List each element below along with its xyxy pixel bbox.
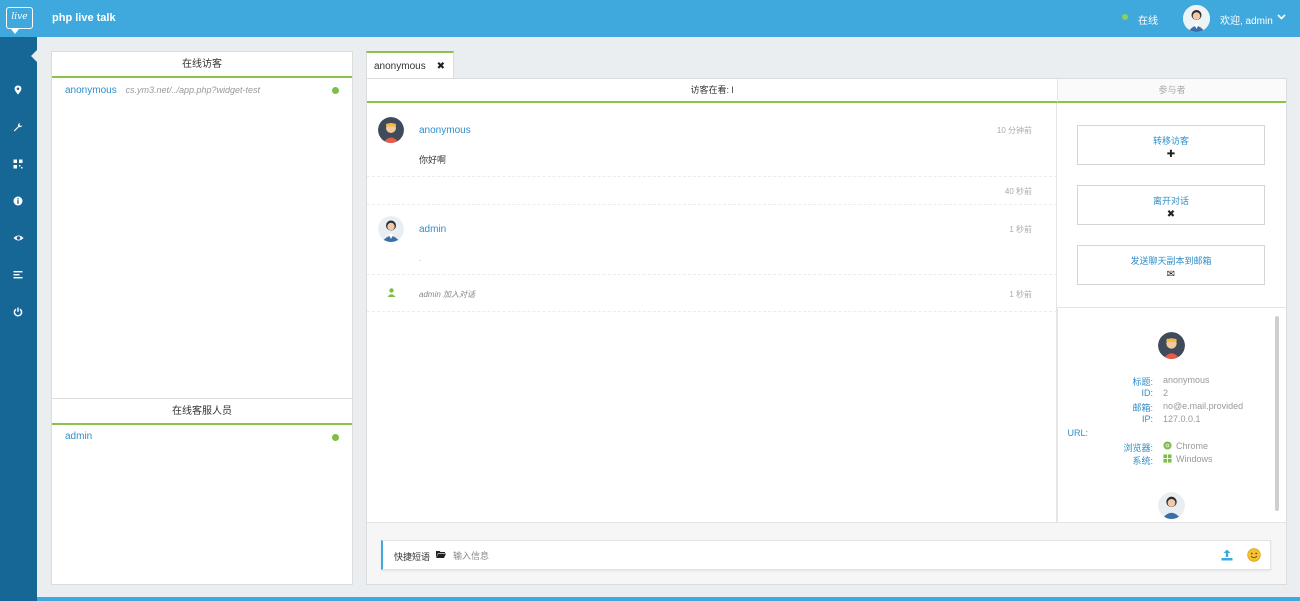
online-agents-title: 在线客服人员 xyxy=(52,399,352,425)
message-text: 你好啊 xyxy=(419,155,447,165)
email-transcript-button[interactable]: 发送聊天副本到邮箱 ✉ xyxy=(1077,245,1265,285)
visitor-online-check-icon xyxy=(332,87,339,94)
info-os-value: Windows xyxy=(1176,454,1213,464)
list-icon[interactable] xyxy=(11,270,25,284)
os-info: Windows xyxy=(1163,454,1213,464)
folder-open-icon[interactable] xyxy=(436,550,446,558)
eye-icon[interactable] xyxy=(11,233,25,247)
quick-replies-button[interactable]: 快捷短语 xyxy=(394,550,430,563)
message-author: anonymous xyxy=(419,125,471,136)
map-marker-icon[interactable] xyxy=(11,85,25,99)
qrcode-icon[interactable] xyxy=(11,159,25,173)
info-icon[interactable] xyxy=(11,196,25,210)
info-ip-value: 127.0.0.1 xyxy=(1163,414,1201,424)
visitor-name[interactable]: anonymous xyxy=(65,85,117,96)
agent-row[interactable]: admin xyxy=(52,425,352,447)
top-bar: live php live talk 在线 欢迎, admin xyxy=(0,0,1300,37)
info-title-label: 标题: xyxy=(1132,377,1153,387)
info-id-value: 2 xyxy=(1163,388,1169,398)
app-logo[interactable]: live xyxy=(6,7,33,34)
visitor-viewing-label: 访客在看: l xyxy=(367,79,1057,103)
visitor-row[interactable]: anonymous cs.ym3.net/../app.php?widget-t… xyxy=(52,78,352,100)
chrome-icon xyxy=(1163,441,1172,450)
visitor-info-avatar xyxy=(1158,332,1185,359)
agent-avatar xyxy=(378,216,404,242)
bottom-accent-line xyxy=(37,597,1300,601)
sidebar xyxy=(0,37,37,601)
message-time: 1 秒前 xyxy=(1009,225,1032,234)
info-email-value: no@e.mail.provided xyxy=(1163,401,1244,411)
chat-message: anonymous 10 分钟前 你好啊 xyxy=(367,103,1057,177)
online-agents-panel: 在线客服人员 admin xyxy=(51,398,353,585)
agent-name[interactable]: admin xyxy=(65,431,92,442)
visitor-info-panel[interactable]: 标题: anonymous ID: 2 邮箱: no@e.mail.provid… xyxy=(1057,307,1286,522)
system-message-text: admin 加入对话 xyxy=(419,290,476,299)
emoji-icon[interactable] xyxy=(1247,548,1261,562)
message-input[interactable] xyxy=(453,547,1153,565)
message-author: admin xyxy=(419,224,447,235)
info-os-label: 系统: xyxy=(1132,456,1153,466)
agent-online-check-icon xyxy=(332,434,339,441)
info-url-label: URL: xyxy=(1067,428,1088,438)
info-ip-label: IP: xyxy=(1141,414,1153,424)
online-visitors-title: 在线访客 xyxy=(52,52,352,78)
message-time: 10 分钟前 xyxy=(996,126,1032,135)
system-message: admin 加入对话 1 秒前 xyxy=(367,275,1057,312)
close-tab-icon[interactable]: ✖ xyxy=(437,53,445,80)
upload-icon[interactable] xyxy=(1221,549,1233,561)
sidebar-active-notch xyxy=(31,50,37,62)
email-transcript-label: 发送聊天副本到邮箱 xyxy=(1130,256,1212,266)
info-title-value: anonymous xyxy=(1163,375,1210,385)
message-list[interactable]: anonymous 10 分钟前 你好啊 40 秒前 admin 1 秒前 . xyxy=(367,103,1057,522)
message-text: . xyxy=(419,253,422,263)
leave-chat-button[interactable]: 离开对话 ✖ xyxy=(1077,185,1265,225)
info-scrollbar[interactable] xyxy=(1275,316,1279,511)
user-joined-icon xyxy=(387,288,396,297)
browser-info: Chrome xyxy=(1163,441,1208,451)
composer-bar: 快捷短语 xyxy=(381,540,1271,570)
online-status-text[interactable]: 在线 xyxy=(1138,12,1158,27)
wrench-icon[interactable] xyxy=(11,122,25,136)
visitor-url: cs.ym3.net/../app.php?widget-test xyxy=(125,85,261,95)
app-title: php live talk xyxy=(52,12,116,24)
transfer-visitor-label: 转移访客 xyxy=(1152,136,1189,146)
agent-info-avatar xyxy=(1158,492,1185,519)
close-icon: ✖ xyxy=(1166,209,1176,220)
windows-icon xyxy=(1163,454,1172,463)
info-email-label: 邮箱: xyxy=(1132,403,1153,413)
info-browser-value: Chrome xyxy=(1176,441,1209,451)
user-avatar[interactable] xyxy=(1183,5,1210,32)
envelope-icon: ✉ xyxy=(1166,269,1176,280)
message-time: 40 秒前 xyxy=(1004,187,1032,196)
participants-header[interactable]: 参与者 xyxy=(1057,79,1286,103)
chat-tab-anonymous[interactable]: anonymous ✖ xyxy=(366,51,454,79)
power-icon[interactable] xyxy=(11,307,25,321)
message-time: 1 秒前 xyxy=(1009,290,1032,299)
chat-message: 40 秒前 xyxy=(367,177,1057,205)
chevron-down-icon[interactable] xyxy=(1277,12,1286,24)
chat-tab-label: anonymous xyxy=(374,61,426,72)
chat-message: admin 1 秒前 . xyxy=(367,205,1057,275)
transfer-visitor-button[interactable]: 转移访客 ✚ xyxy=(1077,125,1265,165)
composer-area: 快捷短语 xyxy=(367,522,1286,584)
leave-chat-label: 离开对话 xyxy=(1152,196,1189,206)
visitor-avatar xyxy=(378,117,404,143)
info-id-label: ID: xyxy=(1141,388,1153,398)
online-status-dot xyxy=(1122,14,1128,20)
plus-icon: ✚ xyxy=(1166,149,1176,160)
welcome-user[interactable]: 欢迎, admin xyxy=(1220,12,1273,27)
chat-window: 访客在看: l 参与者 anonymous 10 分钟前 你好啊 40 秒前 a… xyxy=(366,78,1287,585)
online-visitors-panel: 在线访客 anonymous cs.ym3.net/../app.php?wid… xyxy=(51,51,353,399)
info-browser-label: 浏览器: xyxy=(1123,443,1153,453)
